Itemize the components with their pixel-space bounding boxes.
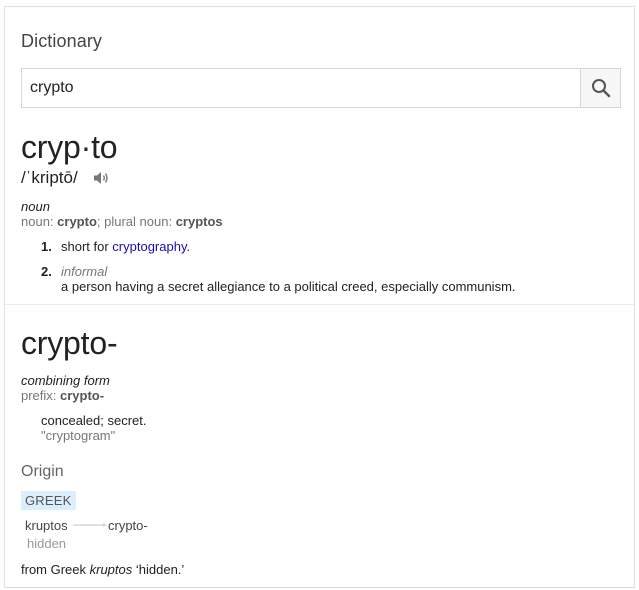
speaker-icon[interactable] xyxy=(92,169,110,187)
dictionary-card: Dictionary cryp·to /ˈkriptō/ noun noun: … xyxy=(4,6,635,588)
prefix-value: crypto- xyxy=(60,388,105,403)
sense-number: 2. xyxy=(41,264,52,279)
noun-label: noun: xyxy=(21,214,58,229)
search-box xyxy=(21,68,621,108)
register-label: informal xyxy=(61,264,108,279)
prefix-label: prefix: xyxy=(21,388,61,403)
sense-definition: short for cryptography. xyxy=(61,239,190,254)
prefix-form: prefix: crypto- xyxy=(21,388,104,403)
noun-form: crypto xyxy=(57,214,97,229)
plural-form: cryptos xyxy=(175,214,223,229)
etymology-target-word: crypto- xyxy=(108,518,148,533)
origin-text-word: kruptos xyxy=(89,562,133,577)
cryptography-link[interactable]: cryptography xyxy=(112,239,186,254)
etymology-source-word: kruptos xyxy=(25,518,68,533)
pronunciation: /ˈkriptō/ xyxy=(21,168,78,187)
inflection-forms: noun: crypto; plural noun: cryptos xyxy=(21,214,223,229)
origin-heading: Origin xyxy=(21,463,64,480)
sense-definition: concealed; secret. xyxy=(41,413,147,428)
plural-label: plural noun: xyxy=(104,214,176,229)
origin-text-prefix: from Greek xyxy=(21,562,90,577)
search-button[interactable] xyxy=(580,68,621,108)
language-badge: GREEK xyxy=(21,491,76,510)
entry-divider xyxy=(5,304,634,305)
card-title: Dictionary xyxy=(21,31,103,51)
sense-prefix: short for xyxy=(61,239,113,254)
headword: cryp·to xyxy=(21,129,118,165)
etymology-gloss: hidden xyxy=(27,536,67,551)
part-of-speech: combining form xyxy=(21,373,110,388)
sense-definition: a person having a secret allegiance to a… xyxy=(61,279,516,294)
origin-text-suffix: ‘hidden.’ xyxy=(132,562,185,577)
sense-suffix: . xyxy=(186,239,191,254)
part-of-speech: noun xyxy=(21,199,50,214)
origin-description: from Greek kruptos ‘hidden.’ xyxy=(21,562,184,577)
headword: crypto- xyxy=(21,325,118,361)
search-input[interactable] xyxy=(21,68,581,108)
usage-example: "cryptogram" xyxy=(41,428,116,443)
etymology-arrow xyxy=(73,523,107,527)
search-icon xyxy=(591,79,610,98)
sense-number: 1. xyxy=(41,239,52,254)
